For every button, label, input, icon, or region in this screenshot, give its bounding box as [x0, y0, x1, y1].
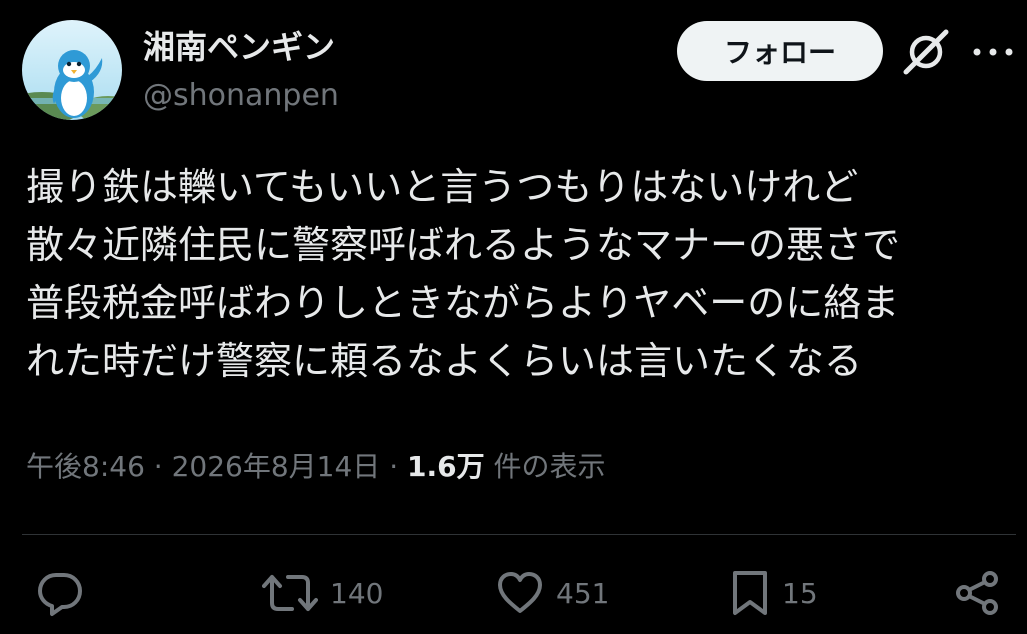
display-name[interactable]: 湘南ペンギン: [143, 22, 335, 68]
bookmark-count: 15: [782, 576, 818, 610]
tweet-text: 撮り鉄は轢いてもいいと言うつもりはないけれど 散々近隣住民に警察呼ばれるようなマ…: [26, 158, 1016, 390]
tweet-line: 散々近隣住民に警察呼ばれるようなマナーの悪さで: [26, 223, 901, 267]
share-icon: [956, 571, 998, 615]
penguin-avatar-icon: [22, 20, 122, 120]
tweet-time[interactable]: 午後8:46: [26, 450, 145, 483]
bookmark-icon: [733, 571, 767, 615]
tweet-meta: 午後8:46 · 2026年8月14日 · 1.6万 件の表示: [26, 445, 606, 485]
views-label: 件の表示: [484, 450, 606, 483]
avatar[interactable]: [22, 20, 122, 120]
heart-icon: [498, 572, 542, 613]
retweet-count: 140: [330, 576, 384, 610]
tweet-line: 普段税金呼ばわりしときながらよりヤベーのに絡ま: [26, 281, 900, 325]
tweet-date[interactable]: 2026年8月14日: [172, 450, 381, 483]
tweet-line: れた時だけ警察に頼るなよくらいは言いたくなる: [26, 339, 863, 383]
views-count[interactable]: 1.6万: [407, 450, 485, 483]
like-count: 451: [556, 576, 610, 610]
meta-separator: ·: [380, 450, 407, 483]
retweet-icon: [262, 575, 318, 611]
meta-separator: ·: [144, 450, 172, 483]
share-button[interactable]: [954, 568, 1002, 618]
divider: [22, 534, 1016, 535]
reply-icon: [38, 573, 82, 616]
bookmark-button[interactable]: 15: [730, 568, 818, 618]
tweet-line: 撮り鉄は轢いてもいいと言うつもりはないけれど: [26, 165, 859, 209]
grok-icon[interactable]: [900, 28, 952, 76]
more-icon[interactable]: [970, 42, 1016, 62]
follow-button[interactable]: フォロー: [677, 21, 883, 81]
user-handle[interactable]: @shonanpen: [143, 78, 339, 113]
retweet-button[interactable]: 140: [262, 568, 383, 618]
like-button[interactable]: 451: [496, 568, 609, 618]
reply-button[interactable]: [36, 568, 96, 618]
